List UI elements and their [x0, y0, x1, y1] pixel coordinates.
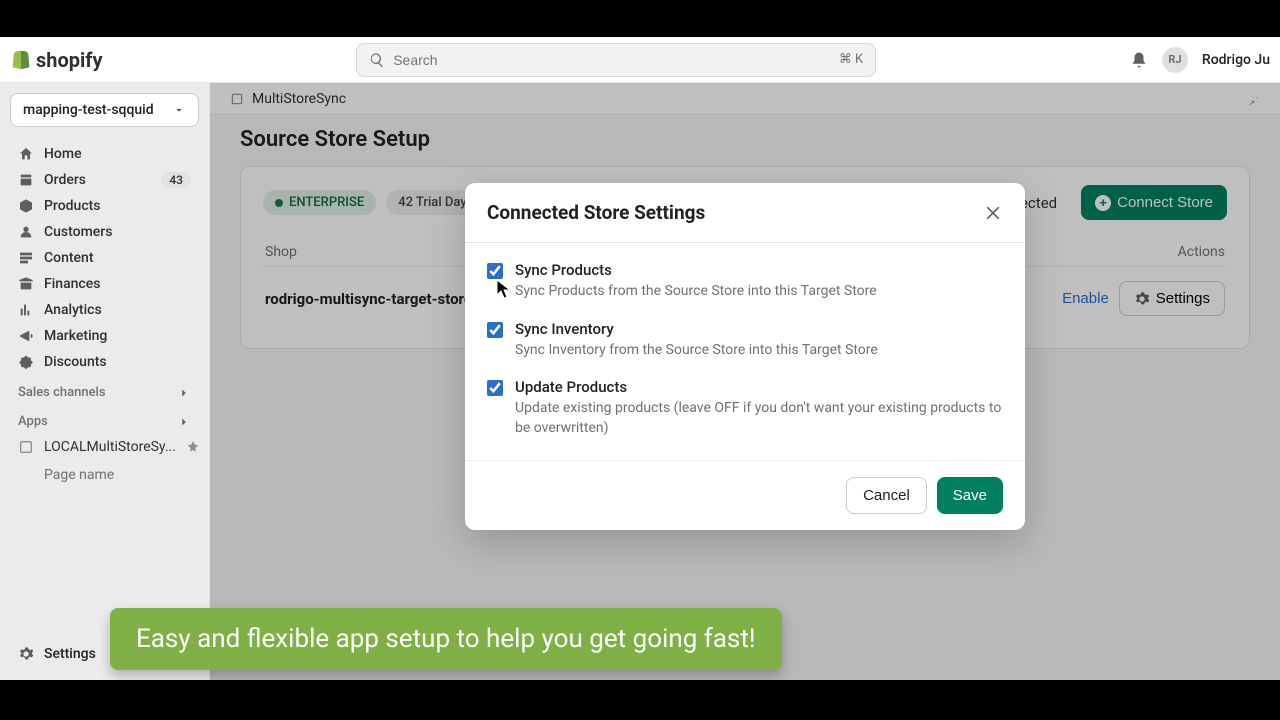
- notifications-icon[interactable]: [1130, 51, 1148, 69]
- analytics-icon: [18, 302, 34, 318]
- option-desc: Sync Inventory from the Source Store int…: [515, 341, 878, 361]
- settings-label: Settings: [1156, 290, 1210, 307]
- store-selector-label: mapping-test-sqquid: [23, 102, 154, 118]
- nav-home[interactable]: Home: [6, 141, 203, 167]
- checkbox-sync-inventory[interactable]: [487, 322, 503, 338]
- option-desc: Update existing products (leave OFF if y…: [515, 399, 1003, 438]
- app-header: shopify ⌘ K RJ Rodrigo Ju: [0, 37, 1280, 83]
- nav-customers[interactable]: Customers: [6, 219, 203, 245]
- sidebar: mapping-test-sqquid Home Orders 43 Produ…: [0, 83, 210, 680]
- enable-button[interactable]: Enable: [1062, 290, 1109, 307]
- app-label: LOCALMultiStoreSy...: [44, 439, 176, 455]
- gear-icon: [1134, 291, 1150, 307]
- row-settings-button[interactable]: Settings: [1119, 281, 1225, 316]
- global-search[interactable]: ⌘ K: [356, 43, 876, 77]
- store-selector[interactable]: mapping-test-sqquid: [10, 93, 199, 127]
- shopify-logo[interactable]: shopify: [10, 48, 103, 72]
- main-content: MultiStoreSync Source Store Setup ENTERP…: [210, 83, 1280, 680]
- avatar[interactable]: RJ: [1162, 47, 1188, 73]
- page-title: Source Store Setup: [240, 127, 1250, 152]
- save-button[interactable]: Save: [937, 477, 1003, 514]
- nav-label: Finances: [44, 276, 191, 292]
- connect-store-button[interactable]: + Connect Store: [1081, 185, 1227, 220]
- settings-label: Settings: [44, 646, 96, 662]
- col-shop: Shop: [265, 244, 297, 260]
- letterbox-top: [0, 0, 1280, 37]
- promo-toast: Easy and flexible app setup to help you …: [110, 608, 782, 670]
- cancel-button[interactable]: Cancel: [846, 477, 927, 514]
- chevron-right-icon: [177, 415, 191, 429]
- checkbox-sync-products[interactable]: [487, 263, 503, 279]
- connected-store-settings-modal: Connected Store Settings Sync Products S…: [465, 183, 1025, 530]
- orders-icon: [18, 172, 34, 188]
- chevron-down-icon: [172, 103, 186, 117]
- nav-orders[interactable]: Orders 43: [6, 167, 203, 193]
- nav-label: Products: [44, 198, 191, 214]
- app-bar: MultiStoreSync: [210, 83, 1280, 115]
- nav-analytics[interactable]: Analytics: [6, 297, 203, 323]
- nav-label: Home: [44, 146, 191, 162]
- app-icon: [18, 439, 34, 455]
- plus-icon: +: [1095, 195, 1111, 211]
- nav-label: Orders: [44, 172, 151, 188]
- col-actions: Actions: [1178, 244, 1225, 260]
- chevron-right-icon: [177, 386, 191, 400]
- products-icon: [18, 198, 34, 214]
- app-label: Page name: [44, 467, 114, 483]
- nav-label: Customers: [44, 224, 191, 240]
- nav-finances[interactable]: Finances: [6, 271, 203, 297]
- connect-label: Connect Store: [1117, 194, 1213, 211]
- option-title: Sync Inventory: [515, 320, 878, 338]
- shopify-bag-icon: [10, 48, 32, 72]
- option-update-products: Update Products Update existing products…: [487, 378, 1003, 438]
- finances-icon: [18, 276, 34, 292]
- nav-marketing[interactable]: Marketing: [6, 323, 203, 349]
- discounts-icon: [18, 354, 34, 370]
- apps-header[interactable]: Apps: [6, 404, 203, 433]
- nav-discounts[interactable]: Discounts: [6, 349, 203, 375]
- pin-icon[interactable]: [1246, 92, 1260, 106]
- search-input[interactable]: [393, 52, 831, 68]
- brand-text: shopify: [36, 48, 103, 72]
- close-icon[interactable]: [983, 203, 1003, 223]
- nav-label: Marketing: [44, 328, 191, 344]
- pin-icon: [186, 440, 200, 454]
- option-sync-products: Sync Products Sync Products from the Sou…: [487, 261, 1003, 302]
- app-item-pagename[interactable]: Page name: [6, 461, 203, 489]
- sales-channels-header[interactable]: Sales channels: [6, 375, 203, 404]
- section-label: Sales channels: [18, 385, 106, 400]
- nav-label: Analytics: [44, 302, 191, 318]
- app-item-localmultistore[interactable]: LOCALMultiStoreSy...: [6, 433, 203, 461]
- gear-icon: [18, 646, 34, 662]
- option-title: Update Products: [515, 378, 1003, 396]
- plan-badge: ENTERPRISE: [263, 190, 376, 215]
- app-icon: [230, 92, 244, 106]
- user-name[interactable]: Rodrigo Ju: [1202, 52, 1270, 68]
- modal-title: Connected Store Settings: [487, 201, 705, 224]
- content-icon: [18, 250, 34, 266]
- nav-label: Content: [44, 250, 191, 266]
- search-shortcut: ⌘ K: [839, 52, 863, 67]
- app-name[interactable]: MultiStoreSync: [252, 91, 346, 107]
- option-title: Sync Products: [515, 261, 877, 279]
- nav-label: Discounts: [44, 354, 191, 370]
- checkbox-update-products[interactable]: [487, 380, 503, 396]
- search-icon: [369, 52, 385, 68]
- nav-content[interactable]: Content: [6, 245, 203, 271]
- nav-products[interactable]: Products: [6, 193, 203, 219]
- orders-badge: 43: [161, 172, 191, 188]
- home-icon: [18, 146, 34, 162]
- letterbox-bottom: [0, 680, 1280, 720]
- option-desc: Sync Products from the Source Store into…: [515, 282, 877, 302]
- customers-icon: [18, 224, 34, 240]
- marketing-icon: [18, 328, 34, 344]
- option-sync-inventory: Sync Inventory Sync Inventory from the S…: [487, 320, 1003, 361]
- section-label: Apps: [18, 414, 48, 429]
